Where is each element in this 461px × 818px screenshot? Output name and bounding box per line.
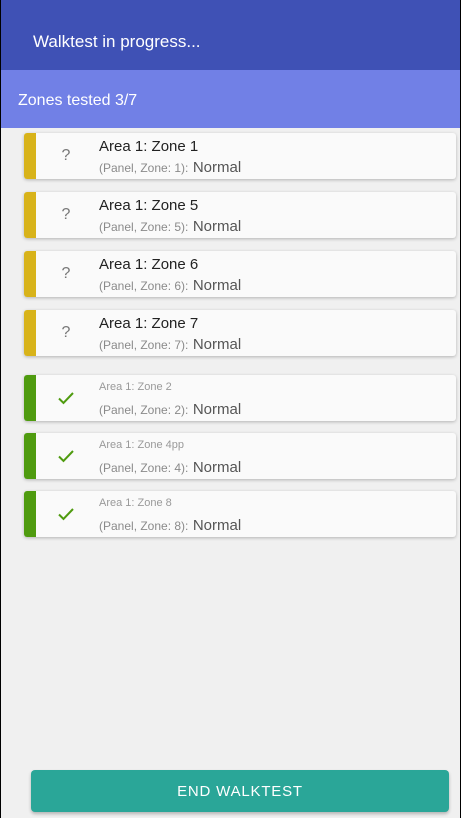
zone-state: Normal <box>192 517 242 534</box>
zone-state: Normal <box>192 159 242 176</box>
zone-status-stripe <box>24 491 36 537</box>
zone-name: Area 1: Zone 8 <box>99 497 172 509</box>
end-walktest-button[interactable]: END WALKTEST <box>31 770 449 812</box>
check-icon <box>54 443 78 469</box>
zones-tested-count: Zones tested 3/7 <box>18 92 138 109</box>
zone-card[interactable]: ? Area 1: Zone 5 (Panel, Zone: 5): Normal <box>24 192 456 238</box>
zone-status-stripe <box>24 251 36 297</box>
zone-name: Area 1: Zone 4pp <box>99 439 185 451</box>
zone-details: (Panel, Zone: 5): Normal <box>99 218 241 236</box>
zone-status-stripe <box>24 310 36 356</box>
zone-details: (Panel, Zone: 6): Normal <box>99 277 241 295</box>
zone-name: Area 1: Zone 6 <box>99 256 199 273</box>
zone-panel-label: (Panel, Zone: 6): <box>99 279 189 293</box>
question-icon: ? <box>61 324 71 341</box>
zone-status-stripe <box>24 375 36 421</box>
zone-panel-label: (Panel, Zone: 7): <box>99 338 189 352</box>
zone-panel-label: (Panel, Zone: 2): <box>99 403 189 417</box>
question-icon: ? <box>61 265 71 282</box>
zone-name: Area 1: Zone 2 <box>99 381 172 393</box>
progress-bar-header: Zones tested 3/7 <box>1 70 460 128</box>
zone-card[interactable]: Area 1: Zone 8 (Panel, Zone: 8): Normal <box>24 491 456 537</box>
zone-status-stripe <box>24 192 36 238</box>
zone-panel-label: (Panel, Zone: 1): <box>99 161 189 175</box>
walktest-screen: Walktest in progress... Zones tested 3/7… <box>1 0 460 818</box>
zone-state: Normal <box>192 336 242 353</box>
zone-state: Normal <box>192 218 242 235</box>
zone-details: (Panel, Zone: 7): Normal <box>99 336 241 354</box>
zone-state: Normal <box>192 277 242 294</box>
zone-panel-label: (Panel, Zone: 4): <box>99 461 189 475</box>
app-bar: Walktest in progress... <box>1 0 460 70</box>
question-icon: ? <box>61 147 71 164</box>
zone-name: Area 1: Zone 1 <box>99 138 199 155</box>
check-icon <box>54 385 78 411</box>
zone-details: (Panel, Zone: 8): Normal <box>99 517 241 535</box>
zone-panel-label: (Panel, Zone: 8): <box>99 519 189 533</box>
check-icon <box>54 501 78 527</box>
zone-card[interactable]: ? Area 1: Zone 7 (Panel, Zone: 7): Normal <box>24 310 456 356</box>
zone-details: (Panel, Zone: 2): Normal <box>99 401 241 419</box>
page-title: Walktest in progress... <box>33 32 201 51</box>
zone-card[interactable]: Area 1: Zone 4pp (Panel, Zone: 4): Normal <box>24 433 456 479</box>
zone-name: Area 1: Zone 5 <box>99 197 199 214</box>
zone-card[interactable]: Area 1: Zone 2 (Panel, Zone: 2): Normal <box>24 375 456 421</box>
zone-details: (Panel, Zone: 1): Normal <box>99 159 241 177</box>
zone-card[interactable]: ? Area 1: Zone 6 (Panel, Zone: 6): Normal <box>24 251 456 297</box>
zone-card[interactable]: ? Area 1: Zone 1 (Panel, Zone: 1): Normal <box>24 133 456 179</box>
zone-status-stripe <box>24 433 36 479</box>
zone-state: Normal <box>192 459 242 476</box>
zone-status-stripe <box>24 133 36 179</box>
question-icon: ? <box>61 206 71 223</box>
zone-panel-label: (Panel, Zone: 5): <box>99 220 189 234</box>
zone-state: Normal <box>192 401 242 418</box>
zone-details: (Panel, Zone: 4): Normal <box>99 459 241 477</box>
zone-name: Area 1: Zone 7 <box>99 315 199 332</box>
